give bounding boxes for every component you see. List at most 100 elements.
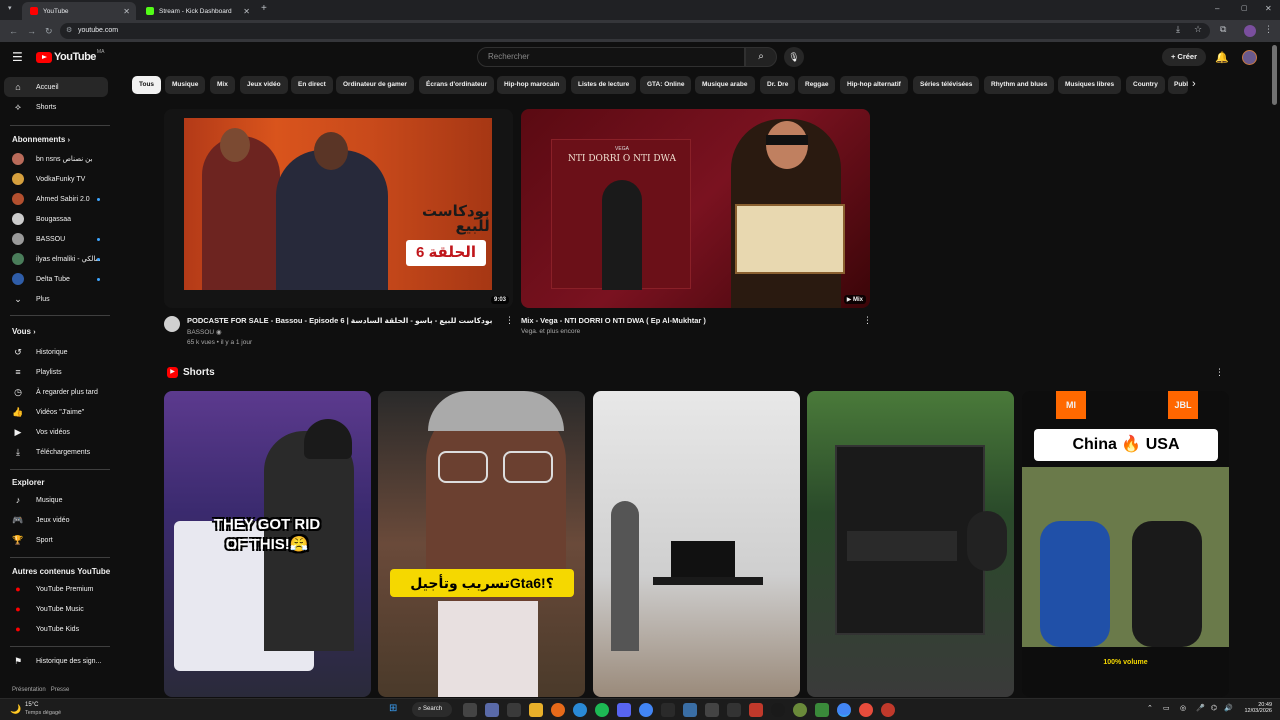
tray-app-icon[interactable]: ◎ bbox=[1180, 704, 1186, 712]
subscriptions-heading[interactable]: Abonnements › bbox=[12, 135, 70, 144]
sidebar-sub-item[interactable]: Ahmed Sabiri 2.0 bbox=[4, 189, 108, 209]
more-options-icon[interactable]: ⋮ bbox=[505, 315, 514, 326]
back-icon[interactable]: ← bbox=[9, 26, 18, 36]
filter-chip[interactable]: Country bbox=[1126, 76, 1165, 94]
more-options-icon[interactable]: ⋮ bbox=[863, 315, 872, 326]
app-icon[interactable] bbox=[705, 703, 719, 717]
app-icon[interactable] bbox=[859, 703, 873, 717]
teams-icon[interactable] bbox=[485, 703, 499, 717]
sidebar-sub-item[interactable]: bn nsns بن نصناص bbox=[4, 149, 108, 169]
tab-kick-dashboard[interactable]: Stream - Kick Dashboard ✕ bbox=[138, 2, 256, 20]
tab-youtube[interactable]: YouTube ✕ bbox=[22, 2, 136, 20]
filter-chip[interactable]: GTA: Online bbox=[640, 76, 692, 94]
sidebar-item-your-videos[interactable]: ▶ Vos vidéos bbox=[4, 422, 108, 442]
filter-chip[interactable]: Publ bbox=[1168, 76, 1188, 94]
sidebar-item-music[interactable]: ♪ Musique bbox=[4, 490, 108, 510]
epic-games-icon[interactable] bbox=[727, 703, 741, 717]
taskbar-search[interactable]: ⌕ Search bbox=[412, 702, 452, 717]
filter-chip[interactable]: Jeux vidéo bbox=[240, 76, 288, 94]
edge-icon[interactable] bbox=[573, 703, 587, 717]
file-explorer-icon[interactable] bbox=[529, 703, 543, 717]
close-tab-icon[interactable]: ✕ bbox=[243, 7, 250, 16]
widgets-icon[interactable] bbox=[507, 703, 521, 717]
sidebar-item-sport[interactable]: 🏆 Sport bbox=[4, 530, 108, 550]
filter-chip[interactable]: Listes de lecture bbox=[571, 76, 637, 94]
app-icon[interactable] bbox=[749, 703, 763, 717]
sidebar-sub-item[interactable]: VodkaFunky TV bbox=[4, 169, 108, 189]
sidebar-item-shorts[interactable]: ⟡ Shorts bbox=[4, 97, 108, 117]
steam-icon[interactable] bbox=[683, 703, 697, 717]
filter-chip[interactable]: Écrans d'ordinateur bbox=[419, 76, 495, 94]
bookmark-star-icon[interactable]: ☆ bbox=[1194, 24, 1202, 35]
weather-icon[interactable]: 🌙 bbox=[10, 704, 21, 715]
sidebar-item-watch-later[interactable]: ◷ À regarder plus tard bbox=[4, 382, 108, 402]
sidebar-item-liked[interactable]: 👍 Vidéos "J'aime" bbox=[4, 402, 108, 422]
filter-chip[interactable]: Hip-hop marocain bbox=[497, 76, 567, 94]
filter-chip[interactable]: Mix bbox=[210, 76, 235, 94]
app-icon[interactable] bbox=[815, 703, 829, 717]
app-icon[interactable] bbox=[793, 703, 807, 717]
create-button[interactable]: + Créer bbox=[1162, 48, 1206, 66]
obs-icon[interactable] bbox=[771, 703, 785, 717]
chrome-active-icon[interactable] bbox=[837, 703, 851, 717]
search-input[interactable]: Rechercher bbox=[477, 47, 745, 67]
taskbar-clock[interactable]: 20:49 12/03/2026 bbox=[1238, 702, 1272, 714]
filter-chip[interactable]: Rhythm and blues bbox=[984, 76, 1055, 94]
spotify-icon[interactable] bbox=[595, 703, 609, 717]
browser-menu-icon[interactable]: ⋮ bbox=[1264, 24, 1273, 35]
short-card-5[interactable]: MI JBL China 🔥 USA 100% volume bbox=[1022, 391, 1229, 697]
sidebar-sub-item[interactable]: Bougassaa bbox=[4, 209, 108, 229]
filter-chip[interactable]: Séries télévisées bbox=[913, 76, 980, 94]
network-icon[interactable]: ⌬ bbox=[1211, 704, 1217, 712]
close-tab-icon[interactable]: ✕ bbox=[123, 7, 130, 16]
firefox-icon[interactable] bbox=[551, 703, 565, 717]
video-thumbnail-2[interactable]: VEGA NTI DORRI O NTI DWA ▶ Mix bbox=[521, 109, 870, 308]
weather-temp[interactable]: 15°C bbox=[25, 702, 38, 708]
menu-icon[interactable]: ☰ bbox=[12, 50, 23, 64]
page-scrollbar[interactable] bbox=[1272, 45, 1277, 105]
channel-avatar-bassou[interactable] bbox=[164, 316, 180, 332]
filter-chip[interactable]: Reggae bbox=[798, 76, 836, 94]
chips-next-icon[interactable]: › bbox=[1192, 78, 1196, 90]
forward-icon[interactable]: → bbox=[27, 26, 36, 36]
video-thumbnail-1[interactable]: بودكاست للبيع الحلقة 6 9:03 bbox=[164, 109, 513, 308]
search-button[interactable]: ⌕ bbox=[745, 47, 777, 67]
filter-chip[interactable]: Musiques libres bbox=[1058, 76, 1122, 94]
sidebar-item-music-app[interactable]: ● YouTube Music bbox=[4, 599, 108, 619]
filter-chip[interactable]: En direct bbox=[291, 76, 333, 94]
task-view-icon[interactable] bbox=[463, 703, 477, 717]
new-tab-icon[interactable]: + bbox=[261, 3, 267, 14]
sidebar-sub-item[interactable]: BASSOU bbox=[4, 229, 108, 249]
close-window-icon[interactable]: ✕ bbox=[1265, 4, 1272, 13]
sidebar-item-gaming[interactable]: 🎮 Jeux vidéo bbox=[4, 510, 108, 530]
site-info-icon[interactable]: ⚙ bbox=[66, 23, 72, 39]
windows-start-icon[interactable]: ⊞ bbox=[389, 703, 401, 715]
account-avatar[interactable] bbox=[1242, 50, 1257, 65]
sidebar-item-more[interactable]: ⌄ Plus bbox=[4, 289, 108, 309]
profile-avatar[interactable] bbox=[1244, 25, 1256, 37]
sidebar-item-kids[interactable]: ● YouTube Kids bbox=[4, 619, 108, 639]
sidebar-item-playlists[interactable]: ≡ Playlists bbox=[4, 362, 108, 382]
voice-search-button[interactable]: 🎙 bbox=[784, 47, 804, 67]
tab-search-icon[interactable]: ▾ bbox=[8, 4, 12, 12]
short-card-2[interactable]: تسريب وتأجيلGta6!؟ bbox=[378, 391, 585, 697]
filter-chip[interactable]: Musique arabe bbox=[695, 76, 755, 94]
tray-app-icon[interactable]: ▭ bbox=[1163, 704, 1170, 712]
sidebar-item-home[interactable]: ⌂ Accueil bbox=[4, 77, 108, 97]
app-icon[interactable] bbox=[661, 703, 675, 717]
short-card-3[interactable] bbox=[593, 391, 800, 697]
filter-chip[interactable]: Hip-hop alternatif bbox=[840, 76, 908, 94]
url-field[interactable]: ⚙ youtube.com bbox=[60, 23, 1210, 39]
short-card-4[interactable] bbox=[807, 391, 1014, 697]
volume-icon[interactable]: 🔊 bbox=[1224, 704, 1233, 712]
channel-name-1[interactable]: BASSOU ◉ bbox=[187, 328, 222, 336]
filter-chip[interactable]: Tous bbox=[132, 76, 162, 94]
footer-links[interactable]: Présentation Presse bbox=[12, 687, 69, 693]
microphone-icon[interactable]: 🎤 bbox=[1196, 704, 1205, 712]
sidebar-item-history[interactable]: ↺ Historique bbox=[4, 342, 108, 362]
discord-icon[interactable] bbox=[617, 703, 631, 717]
video-title-1[interactable]: PODCASTE FOR SALE - Bassou - Episode 6 |… bbox=[187, 316, 492, 325]
sidebar-item-report-history[interactable]: ⚑ Historique des sign... bbox=[4, 651, 108, 671]
maximize-icon[interactable]: ▢ bbox=[1241, 4, 1248, 12]
chrome-icon[interactable] bbox=[639, 703, 653, 717]
